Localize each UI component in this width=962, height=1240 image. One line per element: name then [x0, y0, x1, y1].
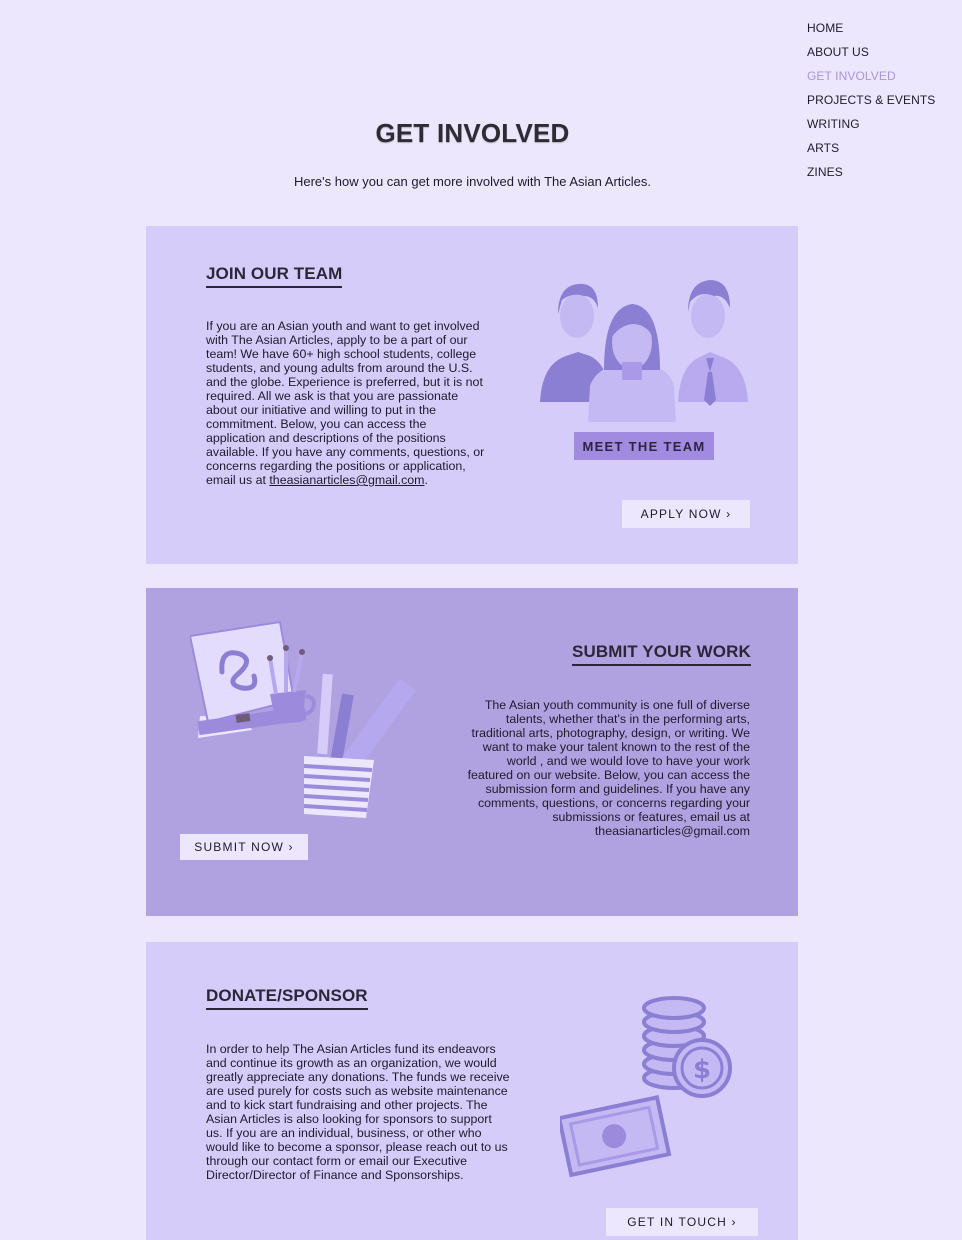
page-title: GET INVOLVED	[375, 118, 570, 148]
nav-home[interactable]: HOME	[807, 16, 935, 40]
nav-projects-events[interactable]: PROJECTS & EVENTS	[807, 88, 935, 112]
money-coins-icon: $	[560, 996, 732, 1178]
donate-heading: DONATE/SPONSOR	[206, 986, 368, 1010]
join-team-text: If you are an Asian youth and want to ge…	[206, 319, 488, 487]
join-team-body-end: .	[424, 473, 428, 487]
main-nav: HOME ABOUT US GET INVOLVED PROJECTS & EV…	[807, 16, 935, 184]
art-supplies-icon	[190, 620, 416, 818]
page-subtitle: Here's how you can get more involved wit…	[293, 174, 652, 189]
team-people-icon	[540, 280, 748, 422]
meet-the-team-button[interactable]: MEET THE TEAM	[574, 432, 714, 460]
submit-now-button[interactable]: SUBMIT NOW ›	[180, 834, 308, 860]
submit-work-text: The Asian youth community is one full of…	[467, 698, 750, 838]
join-team-body: If you are an Asian youth and want to ge…	[206, 319, 485, 487]
svg-text:$: $	[693, 1055, 711, 1085]
join-team-heading: JOIN OUR TEAM	[206, 264, 343, 288]
submit-work-section: SUBMIT YOUR WORK The Asian youth communi…	[146, 588, 798, 916]
nav-get-involved[interactable]: GET INVOLVED	[807, 64, 935, 88]
nav-about-us[interactable]: ABOUT US	[807, 40, 935, 64]
donate-section: DONATE/SPONSOR In order to help The Asia…	[146, 942, 798, 1240]
submit-work-heading: SUBMIT YOUR WORK	[572, 642, 751, 666]
apply-now-button[interactable]: APPLY NOW ›	[622, 500, 750, 528]
email-link[interactable]: theasianarticles@gmail.com	[269, 473, 424, 487]
get-in-touch-button[interactable]: GET IN TOUCH ›	[606, 1208, 758, 1236]
donate-text: In order to help The Asian Articles fund…	[206, 1042, 510, 1182]
join-team-section: JOIN OUR TEAM If you are an Asian youth …	[146, 226, 798, 564]
